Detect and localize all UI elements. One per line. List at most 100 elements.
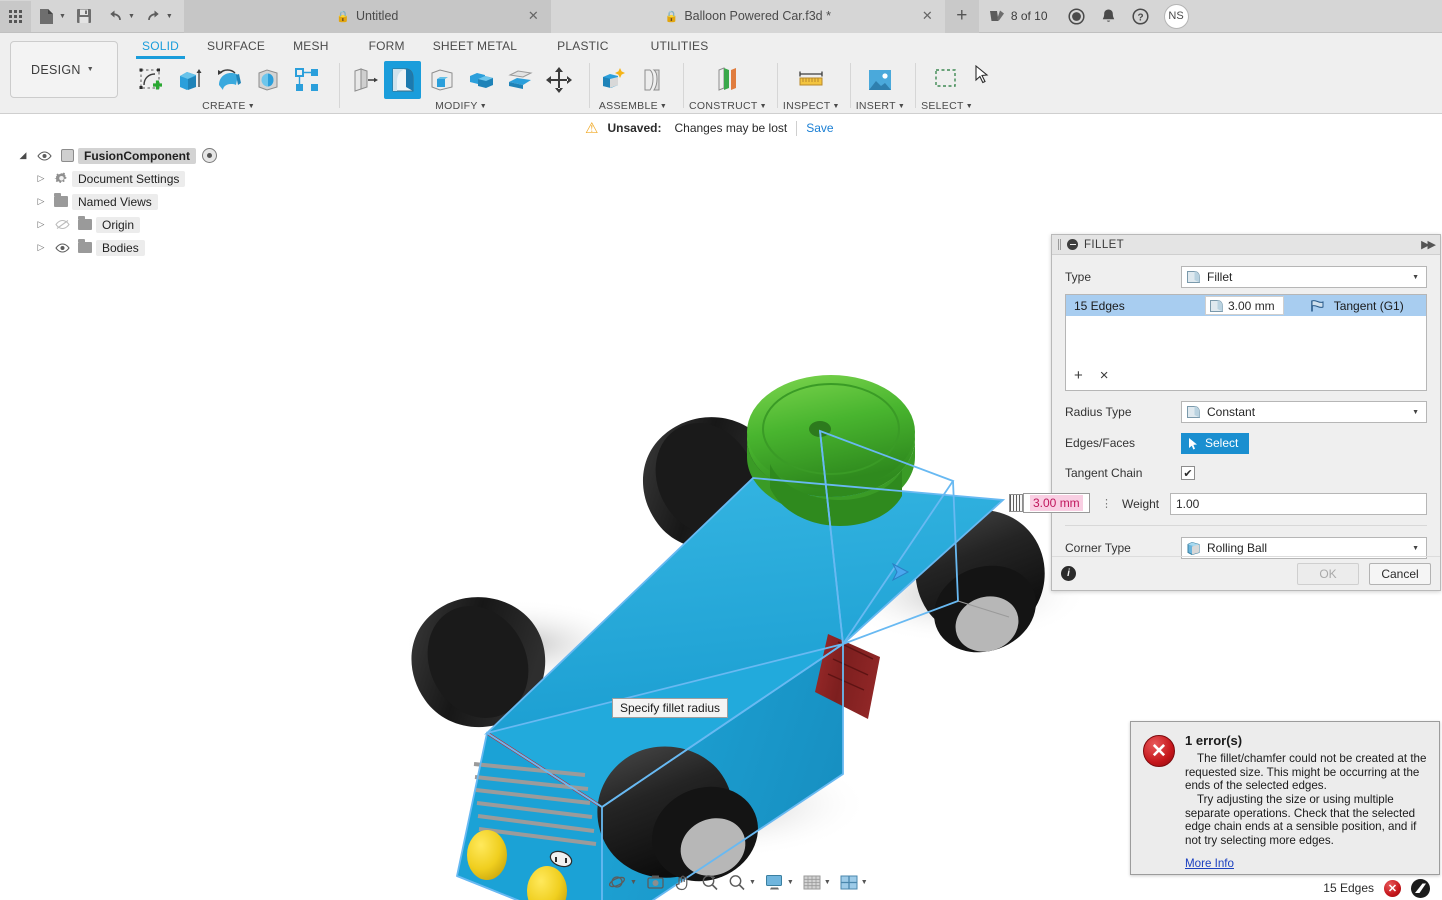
panel-inspect-label[interactable]: INSPECT ▼ bbox=[783, 100, 840, 112]
move-copy-icon[interactable] bbox=[540, 61, 577, 99]
measure-icon[interactable] bbox=[793, 61, 830, 99]
close-icon[interactable]: ✕ bbox=[528, 8, 539, 24]
manipulator-grip-icon[interactable] bbox=[1009, 494, 1023, 512]
panel-create-label[interactable]: CREATE ▼ bbox=[202, 100, 255, 112]
panel-assemble-label[interactable]: ASSEMBLE ▼ bbox=[599, 100, 667, 112]
select-window-icon[interactable] bbox=[929, 61, 966, 99]
redo-caret-icon[interactable]: ▼ bbox=[166, 13, 173, 20]
tree-item-origin[interactable]: ▷ Origin bbox=[14, 213, 264, 236]
ok-button[interactable]: OK bbox=[1297, 562, 1359, 585]
close-icon-active[interactable]: ✕ bbox=[922, 8, 933, 24]
edge-selection-list[interactable]: 15 Edges 3.00 mm Tangent (G1) + × bbox=[1065, 294, 1427, 391]
error-toast[interactable]: ✕ 1 error(s) The fillet/chamfer could no… bbox=[1130, 721, 1440, 875]
tree-item-bodies[interactable]: ▷ Bodies bbox=[14, 236, 264, 259]
fillet-icon[interactable] bbox=[384, 61, 421, 99]
panel-modify: MODIFY ▼ bbox=[339, 59, 583, 114]
activate-component-icon[interactable] bbox=[201, 148, 217, 163]
more-info-link[interactable]: More Info bbox=[1185, 857, 1234, 870]
panel-select-label[interactable]: SELECT ▼ bbox=[921, 100, 973, 112]
revolve-icon[interactable] bbox=[210, 61, 247, 99]
document-tab-active[interactable]: 🔒 Balloon Powered Car.f3d * ✕ bbox=[550, 0, 945, 33]
remove-selection-button[interactable]: × bbox=[1100, 367, 1109, 384]
avatar[interactable]: NS bbox=[1163, 3, 1189, 29]
pattern-icon[interactable] bbox=[288, 61, 325, 99]
edge-radius-input[interactable]: 3.00 mm bbox=[1205, 296, 1284, 315]
new-component-icon[interactable] bbox=[595, 61, 632, 99]
radius-type-select[interactable]: Constant ▼ bbox=[1181, 401, 1427, 423]
fillet-dialog: FILLET ▶▶ Type Fillet ▼ 15 Edges 3.00 mm… bbox=[1051, 234, 1441, 591]
new-document-icon[interactable] bbox=[31, 1, 62, 32]
insert-image-icon[interactable] bbox=[862, 61, 899, 99]
save-link[interactable]: Save bbox=[806, 121, 833, 135]
panel-insert-label[interactable]: INSERT ▼ bbox=[856, 100, 905, 112]
document-tab-untitled-label: Untitled bbox=[355, 9, 399, 23]
workspace-switcher-design[interactable]: DESIGN ▼ bbox=[10, 41, 118, 98]
cancel-button[interactable]: Cancel bbox=[1369, 562, 1431, 585]
expand-arrow-icon[interactable]: ◢ bbox=[14, 150, 32, 161]
save-icon[interactable] bbox=[69, 1, 100, 32]
tab-utilities[interactable]: UTILITIES bbox=[637, 35, 723, 58]
select-button[interactable]: Select bbox=[1181, 432, 1250, 454]
radius-manipulator[interactable]: 3.00 mm bbox=[1009, 493, 1090, 513]
fillet-dialog-header[interactable]: FILLET ▶▶ bbox=[1052, 235, 1440, 255]
tab-form[interactable]: FORM bbox=[355, 35, 419, 58]
autodesk-logo-icon[interactable] bbox=[1411, 878, 1430, 898]
extrude-icon[interactable] bbox=[171, 61, 208, 99]
create-sketch-icon[interactable] bbox=[132, 61, 169, 99]
collapse-icon[interactable] bbox=[1067, 239, 1078, 250]
chevron-down-icon[interactable]: ▼ bbox=[1412, 409, 1419, 416]
eye-icon[interactable] bbox=[50, 242, 74, 253]
jobs-status[interactable]: 8 of 10 bbox=[979, 9, 1058, 24]
press-pull-icon[interactable] bbox=[345, 61, 382, 99]
apps-grid-icon[interactable] bbox=[0, 0, 31, 32]
chevron-down-icon[interactable]: ▼ bbox=[1412, 274, 1419, 281]
expand-arrow-icon[interactable]: ▷ bbox=[32, 242, 50, 253]
document-tab-untitled[interactable]: 🔒 Untitled ✕ bbox=[183, 0, 551, 33]
eye-icon[interactable] bbox=[32, 150, 56, 161]
tangent-chain-checkbox[interactable]: ✔ bbox=[1181, 466, 1195, 480]
expand-arrow-icon[interactable]: ▷ bbox=[32, 219, 50, 230]
notifications-bell-icon[interactable] bbox=[1094, 1, 1124, 32]
expand-arrow-icon[interactable]: ▷ bbox=[32, 196, 50, 207]
manipulator-radius-input[interactable]: 3.00 mm bbox=[1023, 493, 1090, 513]
joint-icon[interactable] bbox=[634, 61, 671, 99]
undo-caret-icon[interactable]: ▼ bbox=[128, 13, 135, 20]
recent-activity-icon[interactable] bbox=[1062, 1, 1092, 32]
edge-continuity[interactable]: Tangent (G1) bbox=[1310, 299, 1404, 313]
status-error-badge[interactable]: ✕ bbox=[1384, 879, 1401, 897]
tab-surface[interactable]: SURFACE bbox=[193, 35, 279, 58]
fillet-type-icon bbox=[1187, 271, 1200, 283]
redo-icon[interactable] bbox=[138, 1, 169, 32]
tree-item-fusioncomponent[interactable]: ◢ FusionComponent bbox=[14, 144, 264, 167]
shell-icon[interactable] bbox=[423, 61, 460, 99]
tab-solid[interactable]: SOLID bbox=[128, 35, 193, 59]
edge-list-row[interactable]: 15 Edges 3.00 mm Tangent (G1) bbox=[1066, 295, 1426, 316]
tab-plastic[interactable]: PLASTIC bbox=[543, 35, 622, 58]
sweep-icon[interactable] bbox=[249, 61, 286, 99]
add-selection-button[interactable]: + bbox=[1074, 367, 1083, 384]
tree-item-named-views[interactable]: ▷ Named Views bbox=[14, 190, 264, 213]
eye-off-icon[interactable] bbox=[50, 219, 74, 230]
info-icon[interactable]: i bbox=[1061, 566, 1076, 581]
panel-construct-label[interactable]: CONSTRUCT ▼ bbox=[689, 100, 767, 112]
tree-item-document-settings[interactable]: ▷ Document Settings bbox=[14, 167, 264, 190]
undo-icon[interactable] bbox=[100, 1, 131, 32]
help-icon[interactable]: ? bbox=[1126, 1, 1156, 32]
panel-modify-label[interactable]: MODIFY ▼ bbox=[435, 100, 487, 112]
component-icon bbox=[56, 149, 78, 162]
tab-sheet-metal[interactable]: SHEET METAL bbox=[419, 35, 531, 58]
split-face-icon[interactable] bbox=[501, 61, 538, 99]
type-select[interactable]: Fillet ▼ bbox=[1181, 266, 1427, 288]
expand-panel-icon[interactable]: ▶▶ bbox=[1421, 238, 1436, 251]
weight-drag-handle-icon[interactable]: ⋮ bbox=[1101, 498, 1112, 509]
offset-plane-icon[interactable] bbox=[709, 61, 746, 99]
combine-icon[interactable] bbox=[462, 61, 499, 99]
tab-mesh[interactable]: MESH bbox=[279, 35, 342, 58]
expand-arrow-icon[interactable]: ▷ bbox=[32, 173, 50, 184]
new-document-caret-icon[interactable]: ▼ bbox=[59, 13, 66, 20]
new-tab-button[interactable]: + bbox=[944, 0, 979, 33]
weight-input[interactable]: 1.00 bbox=[1170, 493, 1427, 515]
drag-grip-icon[interactable] bbox=[1058, 239, 1061, 250]
panel-insert: INSERT ▼ bbox=[849, 59, 911, 114]
chevron-down-icon[interactable]: ▼ bbox=[1412, 545, 1419, 552]
